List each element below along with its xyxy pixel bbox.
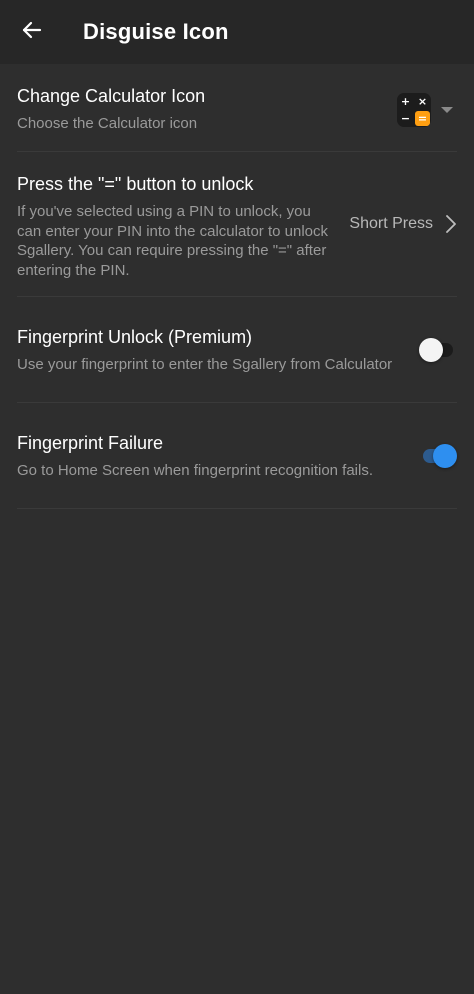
- arrow-left-icon: [20, 18, 44, 47]
- toggle-knob: [433, 443, 457, 468]
- setting-subtitle: If you've selected using a PIN to unlock…: [17, 203, 329, 279]
- setting-fingerprint-failure[interactable]: Fingerprint Failure Go to Home Screen wh…: [17, 403, 457, 509]
- setting-change-calculator-icon[interactable]: Change Calculator Icon Choose the Calcul…: [17, 64, 457, 152]
- minus-key: −: [400, 111, 411, 125]
- setting-fingerprint-unlock[interactable]: Fingerprint Unlock (Premium) Use your fi…: [17, 297, 457, 403]
- setting-title: Fingerprint Failure: [17, 432, 164, 453]
- equals-key: =: [415, 110, 430, 126]
- chevron-right-icon: [445, 215, 457, 233]
- settings-list: Change Calculator Icon Choose the Calcul…: [0, 64, 474, 509]
- calculator-icon-dropdown[interactable]: + × − =: [397, 92, 455, 127]
- setting-press-equals-unlock[interactable]: Press the "=" button to unlock If you've…: [17, 152, 457, 297]
- app-bar: Disguise Icon: [0, 0, 474, 64]
- back-button[interactable]: [0, 0, 64, 64]
- setting-title: Change Calculator Icon: [17, 85, 206, 106]
- page-title: Disguise Icon: [83, 19, 229, 44]
- multiply-key: ×: [417, 94, 428, 108]
- fingerprint-failure-toggle[interactable]: [419, 443, 457, 469]
- setting-subtitle: Use your fingerprint to enter the Sgalle…: [17, 355, 393, 373]
- setting-subtitle: Go to Home Screen when fingerprint recog…: [17, 461, 374, 479]
- setting-title: Fingerprint Unlock (Premium): [17, 326, 253, 347]
- disguise-icon-screen: Disguise Icon Change Calculator Icon Cho…: [0, 0, 474, 994]
- toggle-knob: [419, 337, 443, 362]
- setting-title: Press the "=" button to unlock: [17, 174, 254, 194]
- calculator-icon: + × − =: [397, 92, 431, 127]
- press-mode-value: Short Press: [349, 215, 433, 232]
- setting-subtitle: Choose the Calculator icon: [17, 114, 198, 132]
- press-mode-selector[interactable]: Short Press: [349, 215, 457, 233]
- caret-down-icon: [441, 106, 453, 113]
- plus-key: +: [400, 94, 411, 108]
- fingerprint-unlock-toggle[interactable]: [419, 337, 457, 363]
